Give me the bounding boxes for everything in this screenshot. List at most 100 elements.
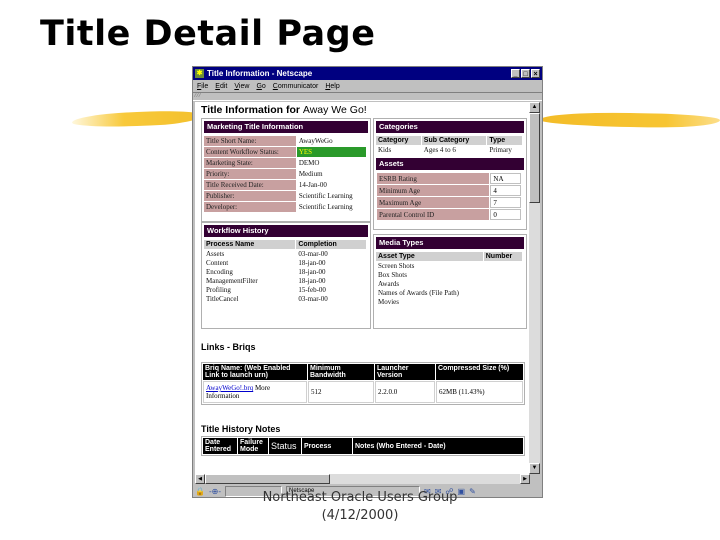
- process-name-cell: TitleCancel: [206, 295, 239, 303]
- menu-help[interactable]: Help: [325, 83, 339, 90]
- netscape-icon: ✱: [195, 69, 204, 78]
- scroll-down-button[interactable]: ▼: [529, 463, 540, 474]
- menu-go[interactable]: Go: [256, 83, 265, 90]
- menu-file[interactable]: File: [197, 83, 208, 90]
- number-cell: [484, 262, 522, 270]
- media-row: Box Shots: [376, 271, 522, 279]
- col-briq-name: Briq Name: (Web Enabled Link to launch u…: [203, 364, 307, 380]
- media-row: Names of Awards (File Path): [376, 289, 522, 297]
- footer-org: Northeast Oracle Users Group: [262, 490, 458, 505]
- maximize-button[interactable]: □: [521, 69, 530, 78]
- number-cell: [484, 298, 522, 306]
- scroll-up-button[interactable]: ▲: [529, 102, 540, 113]
- completion-cell: 03-mar-00: [298, 295, 328, 303]
- vertical-scroll-thumb[interactable]: [529, 113, 540, 203]
- launcher-cell: 2.2.0.0: [375, 381, 435, 403]
- category-row: Kids Ages 4 to 6 Primary: [376, 146, 522, 154]
- briq-row: AwayWeGo!.brq More Information 512 2.2.0…: [203, 381, 523, 403]
- marketing-label: Title Received Date:: [204, 180, 296, 190]
- col-process: Process: [302, 438, 352, 454]
- asset-type-cell: Screen Shots: [378, 262, 415, 270]
- briq-link[interactable]: AwayWeGo!.brq: [206, 384, 253, 392]
- process-name-cell: Content: [206, 259, 229, 267]
- highlighter-stroke-right: [540, 111, 720, 129]
- col-completion: Completion: [296, 240, 366, 249]
- marketing-value: Medium: [298, 170, 323, 178]
- history-table: Date Entered Failure Mode Status Process…: [201, 436, 525, 456]
- marketing-panel: Marketing Title Information Title Short …: [201, 118, 371, 222]
- completion-cell: 18-jan-00: [298, 268, 326, 276]
- marketing-value: 14-Jan-00: [298, 181, 327, 189]
- workflow-row: Content 18-jan-00: [204, 259, 366, 267]
- asset-row: ESRB Rating NA: [377, 173, 521, 184]
- number-cell: [484, 271, 522, 279]
- col-category: Category: [376, 136, 421, 145]
- workflow-row: TitleCancel 03-mar-00: [204, 295, 366, 303]
- links-heading: Links - Briqs: [201, 342, 256, 352]
- asset-label: Maximum Age: [377, 197, 490, 208]
- collapsed-toolbar-tabs[interactable]: ⁄ ⁄ ⁄: [193, 92, 542, 101]
- col-sub-category: Sub Category: [421, 136, 487, 145]
- asset-value: 7: [490, 197, 521, 208]
- marketing-label: Title Short Name:: [204, 136, 296, 146]
- links-table: Briq Name: (Web Enabled Link to launch u…: [201, 362, 525, 405]
- marketing-label: Priority:: [204, 169, 296, 179]
- footer-date: (4/12/2000): [321, 508, 399, 523]
- asset-row: Parental Control ID 0: [377, 209, 521, 220]
- workflow-row: Encoding 18-jan-00: [204, 268, 366, 276]
- marketing-value: Scientific Learning: [298, 203, 353, 211]
- media-table: Asset Type Number Screen Shots Box Shots A…: [375, 251, 523, 307]
- number-cell: [484, 289, 522, 297]
- process-name-cell: ManagementFilter: [206, 277, 258, 285]
- media-row: Movies: [376, 298, 522, 306]
- marketing-row: Developer: Scientific Learning: [204, 202, 366, 212]
- heading-prefix: Title Information for: [201, 104, 300, 116]
- close-button[interactable]: ×: [531, 69, 540, 78]
- horizontal-scrollbar[interactable]: ◀ ▶: [195, 474, 530, 484]
- category-cell: Kids: [378, 146, 392, 154]
- page-heading: Title Information for Away We Go!: [201, 104, 367, 116]
- type-cell: Primary: [489, 146, 512, 154]
- categories-panel: Categories Category Sub Category Type Ki…: [373, 118, 527, 230]
- menu-communicator[interactable]: Communicator: [273, 83, 319, 90]
- workflow-row: Assets 03-mar-00: [204, 250, 366, 258]
- marketing-header: Marketing Title Information: [204, 121, 368, 133]
- highlighter-stroke-left: [72, 109, 202, 129]
- completion-cell: 15-feb-00: [298, 286, 326, 294]
- asset-row: Minimum Age 4: [377, 185, 521, 196]
- asset-label: Parental Control ID: [377, 209, 490, 220]
- bandwidth-cell: 512: [308, 381, 374, 403]
- media-panel: Media Types Asset Type Number Screen Sho…: [373, 234, 527, 329]
- asset-label: ESRB Rating: [377, 173, 490, 184]
- scroll-left-button[interactable]: ◀: [195, 474, 205, 484]
- col-status: Status: [269, 438, 301, 454]
- size-cell: 62MB (11.43%): [436, 381, 523, 403]
- minimize-button[interactable]: _: [511, 69, 520, 78]
- heading-title: Away We Go!: [302, 104, 367, 116]
- marketing-row: Content Workflow Status: YES: [204, 147, 366, 157]
- horizontal-scroll-thumb[interactable]: [205, 474, 330, 484]
- slide-title: Title Detail Page: [40, 14, 376, 54]
- process-name-cell: Encoding: [206, 268, 233, 276]
- asset-row: Maximum Age 7: [377, 197, 521, 208]
- marketing-value: YES: [296, 147, 366, 157]
- page-viewport: Title Information for Away We Go! Market…: [195, 102, 530, 474]
- menu-edit[interactable]: Edit: [215, 83, 227, 90]
- browser-window: ✱ Title Information - Netscape _ □ × Fil…: [192, 66, 543, 498]
- menu-view[interactable]: View: [234, 83, 249, 90]
- asset-type-cell: Box Shots: [378, 271, 407, 279]
- vertical-scrollbar[interactable]: ▲ ▼: [529, 102, 540, 474]
- col-asset-type: Asset Type: [376, 252, 483, 261]
- asset-value: NA: [490, 173, 521, 184]
- marketing-label: Developer:: [204, 202, 296, 212]
- window-title: Title Information - Netscape: [207, 69, 313, 78]
- asset-value: 0: [490, 209, 521, 220]
- window-titlebar: ✱ Title Information - Netscape _ □ ×: [193, 67, 542, 80]
- categories-table: Category Sub Category Type Kids Ages 4 t…: [375, 135, 523, 155]
- asset-type-cell: Awards: [378, 280, 400, 288]
- number-cell: [484, 280, 522, 288]
- marketing-label: Publisher:: [204, 191, 296, 201]
- scroll-right-button[interactable]: ▶: [520, 474, 530, 484]
- marketing-value: DEMO: [298, 159, 320, 167]
- menu-bar: File Edit View Go Communicator Help: [193, 80, 542, 92]
